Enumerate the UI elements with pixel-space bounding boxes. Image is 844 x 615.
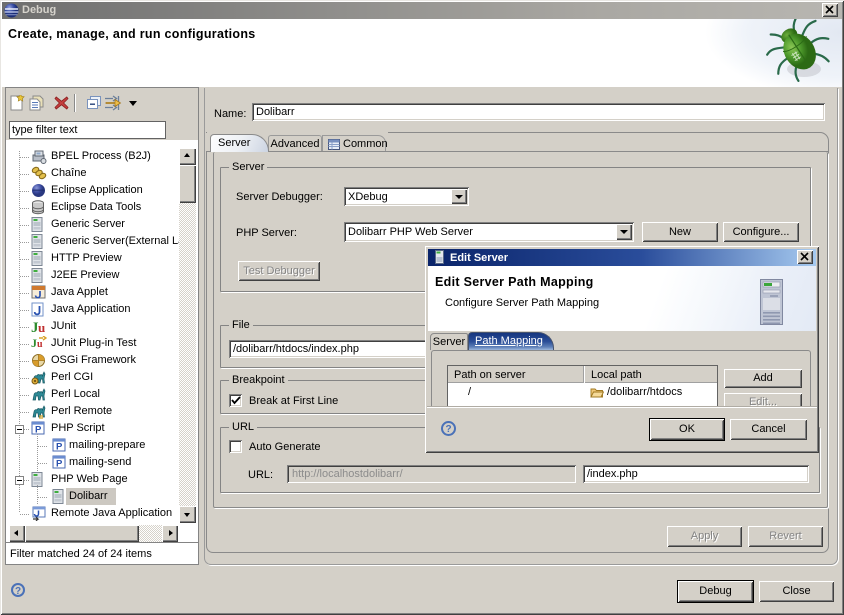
svg-text:P: P (56, 459, 63, 470)
svg-text:u: u (37, 339, 43, 350)
svg-text:u: u (38, 320, 45, 334)
svg-text:P: P (56, 442, 63, 453)
